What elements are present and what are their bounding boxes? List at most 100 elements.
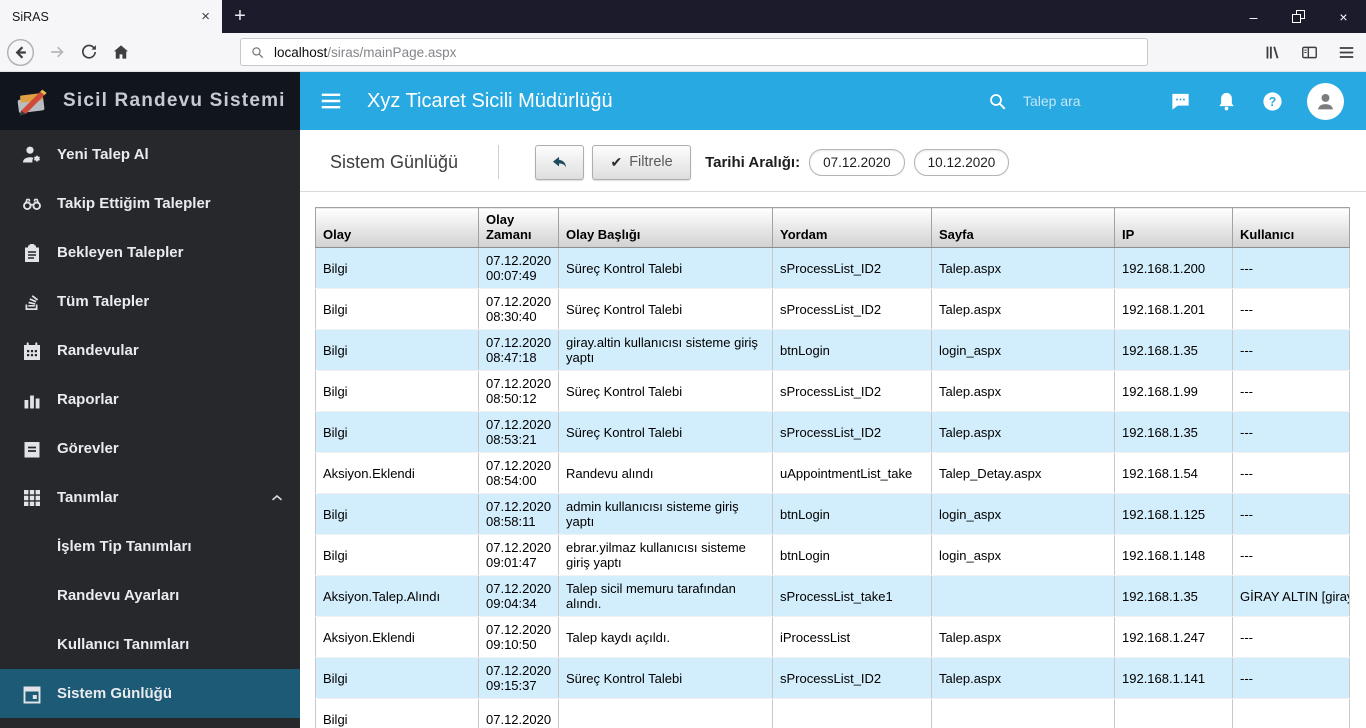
- cell-olay: Bilgi: [315, 698, 479, 728]
- user-avatar[interactable]: [1307, 82, 1344, 120]
- page-toolbar: Sistem Günlüğü ✔ Filtrele Tarihi Aralığı…: [330, 142, 1366, 182]
- sidebar-item-label: Görevler: [57, 440, 119, 457]
- home-button[interactable]: [111, 42, 131, 62]
- sidebar-item-tum-talepler[interactable]: Tüm Talepler: [0, 277, 300, 326]
- sidebar-item-label: İşlem Tip Tanımları: [57, 538, 192, 555]
- reload-button[interactable]: [79, 42, 99, 62]
- cell-zaman: 07.12.2020 09:01:47: [478, 534, 559, 576]
- cell-ip: 192.168.1.35: [1114, 411, 1233, 453]
- sidebar-toggle-button[interactable]: [1300, 43, 1319, 62]
- column-header-baslik[interactable]: Olay Başlığı: [558, 207, 773, 248]
- cell-sayfa: Talep.aspx: [931, 370, 1115, 412]
- cell-yordam: sProcessList_take1: [772, 575, 932, 617]
- column-header-zaman[interactable]: Olay Zamanı: [478, 207, 559, 248]
- address-bar[interactable]: localhost/siras/mainPage.aspx: [240, 38, 1148, 66]
- table-row: Bilgi 07.12.2020 08:58:11 admin kullanıcıs…: [315, 493, 1350, 535]
- office-title: Xyz Ticaret Sicili Müdürlüğü: [367, 89, 613, 112]
- cell-ip: 192.168.1.148: [1114, 534, 1233, 576]
- cell-zaman: 07.12.2020 08:50:12: [478, 370, 559, 412]
- sidebar-item-randevu-ayarlari[interactable]: Randevu Ayarları: [0, 571, 300, 620]
- date-to-input[interactable]: 10.12.2020: [913, 148, 1010, 176]
- new-tab-button[interactable]: +: [222, 0, 258, 33]
- header-search[interactable]: [987, 91, 1139, 112]
- sidebar-item-label: Randevular: [57, 342, 139, 359]
- tab-close-icon[interactable]: ×: [201, 9, 210, 24]
- content-area: Sistem Günlüğü ✔ Filtrele Tarihi Aralığı…: [300, 130, 1366, 728]
- column-header-yordam[interactable]: Yordam: [772, 207, 932, 248]
- toolbar-separator: [300, 191, 1366, 192]
- sidebar-item-islem-tip-tanimlari[interactable]: İşlem Tip Tanımları: [0, 522, 300, 571]
- cell-zaman: 07.12.2020 09:04:34: [478, 575, 559, 617]
- cell-zaman: 07.12.2020 08:58:11: [478, 493, 559, 535]
- cell-olay: Aksiyon.Eklendi: [315, 616, 479, 658]
- column-header-ip[interactable]: IP: [1114, 207, 1233, 248]
- browser-tab-bar: SiRAS × + – ×: [0, 0, 1366, 33]
- sidebar-item-label: Bekleyen Talepler: [57, 244, 184, 261]
- window-restore-button[interactable]: [1276, 0, 1321, 33]
- cell-kullanici: [1232, 698, 1350, 728]
- cell-ip: 192.168.1.201: [1114, 288, 1233, 330]
- column-header-olay[interactable]: Olay: [315, 207, 479, 248]
- notifications-button[interactable]: [1215, 90, 1238, 113]
- sidebar-item-randevular[interactable]: Randevular: [0, 326, 300, 375]
- cell-yordam: iProcessList: [772, 616, 932, 658]
- cell-sayfa: [931, 698, 1115, 728]
- window-close-button[interactable]: ×: [1321, 0, 1366, 33]
- window-minimize-button[interactable]: –: [1231, 0, 1276, 33]
- cell-yordam: sProcessList_ID2: [772, 370, 932, 412]
- cell-ip: 192.168.1.99: [1114, 370, 1233, 412]
- check-icon: ✔: [610, 153, 623, 170]
- search-input[interactable]: [1021, 92, 1139, 110]
- cell-ip: 192.168.1.200: [1114, 247, 1233, 289]
- cell-yordam: btnLogin: [772, 534, 932, 576]
- cell-baslik: Süreç Kontrol Talebi: [558, 657, 773, 699]
- sidebar: Sicil Randevu Sistemi Yeni Talep Al Takip…: [0, 72, 300, 728]
- sidebar-item-label: Sistem Günlüğü: [57, 685, 173, 702]
- table-row: Aksiyon.Eklendi 07.12.2020 08:54:00 Randev…: [315, 452, 1350, 494]
- sidebar-item-yeni-talep-al[interactable]: Yeni Talep Al: [0, 130, 300, 179]
- sidebar-item-bekleyen-talepler[interactable]: Bekleyen Talepler: [0, 228, 300, 277]
- column-header-sayfa[interactable]: Sayfa: [931, 207, 1115, 248]
- cell-olay: Bilgi: [315, 657, 479, 699]
- cell-olay: Bilgi: [315, 493, 479, 535]
- help-button[interactable]: ?: [1261, 90, 1284, 113]
- column-header-kullanici[interactable]: Kullanıcı: [1232, 207, 1350, 248]
- cell-kullanici: ---: [1232, 288, 1350, 330]
- cell-baslik: admin kullanıcısı sisteme giriş yaptı: [558, 493, 773, 535]
- sidebar-item-raporlar[interactable]: Raporlar: [0, 375, 300, 424]
- cell-yordam: sProcessList_ID2: [772, 657, 932, 699]
- browser-tab-active[interactable]: SiRAS ×: [0, 0, 222, 33]
- sidebar-item-takip-ettigim-talepler[interactable]: Takip Ettiğim Talepler: [0, 179, 300, 228]
- browser-forward-button[interactable]: [47, 42, 67, 62]
- person-icon: [1313, 89, 1338, 114]
- window-restore-icon: [1292, 10, 1305, 23]
- bar-chart-icon: [20, 388, 44, 412]
- cell-baslik: Süreç Kontrol Talebi: [558, 370, 773, 412]
- back-button[interactable]: [535, 144, 585, 180]
- table-row: Bilgi 07.12.2020 09:01:47 ebrar.yilmaz kul…: [315, 534, 1350, 576]
- sidebar-item-tanimlar[interactable]: Tanımlar: [0, 473, 300, 522]
- library-button[interactable]: [1263, 43, 1282, 62]
- menu-toggle-button[interactable]: [318, 88, 344, 114]
- cell-zaman: 07.12.2020 00:07:49: [478, 247, 559, 289]
- cell-kullanici: ---: [1232, 247, 1350, 289]
- cell-sayfa: login_aspx: [931, 493, 1115, 535]
- sidebar-item-sistem-gunlugu[interactable]: Sistem Günlüğü: [0, 669, 300, 718]
- calendar-log-icon: [20, 682, 44, 706]
- sidebar-item-kullanici-tanimlari[interactable]: Kullanıcı Tanımları: [0, 620, 300, 669]
- tasks-icon: [20, 437, 44, 461]
- app-logo-bar: Sicil Randevu Sistemi: [0, 72, 300, 130]
- filter-button[interactable]: ✔ Filtrele: [592, 144, 692, 180]
- cell-yordam: btnLogin: [772, 329, 932, 371]
- table-row: Bilgi 07.12.2020: [315, 698, 1350, 728]
- browser-back-button[interactable]: [6, 38, 35, 67]
- chevron-up-icon: [268, 489, 286, 507]
- messages-button[interactable]: [1169, 90, 1192, 113]
- cell-kullanici: ---: [1232, 452, 1350, 494]
- browser-menu-button[interactable]: [1337, 43, 1356, 62]
- sidebar-item-gorevler[interactable]: Görevler: [0, 424, 300, 473]
- date-from-input[interactable]: 07.12.2020: [809, 148, 905, 176]
- cell-zaman: 07.12.2020 08:47:18: [478, 329, 559, 371]
- cell-kullanici: ---: [1232, 329, 1350, 371]
- cell-olay: Aksiyon.Eklendi: [315, 452, 479, 494]
